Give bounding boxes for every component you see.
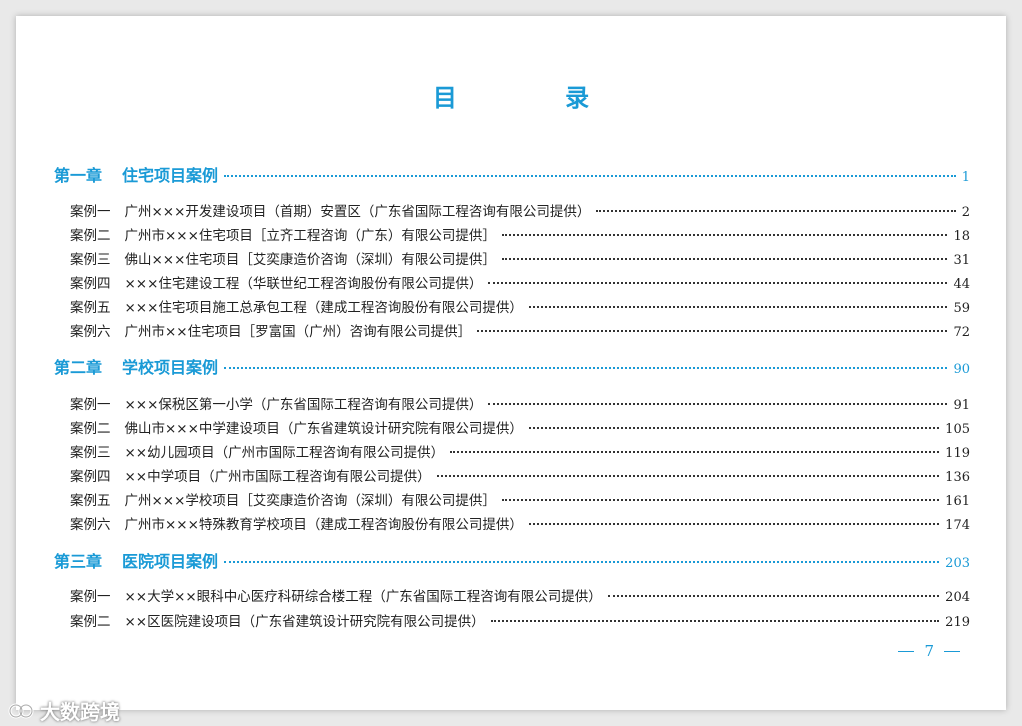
toc-entry[interactable]: 案例一 ××大学××眼科中心医疗科研综合楼工程（广东省国际工程咨询有限公司提供）…: [70, 585, 970, 605]
dot-leader: [490, 620, 940, 622]
chapter-heading-2[interactable]: 第二章 学校项目案例 90: [54, 354, 970, 378]
chapter-number: 第一章: [54, 166, 103, 185]
chapter-title: 住宅项目案例: [122, 166, 219, 185]
chapter-page: 1: [961, 170, 970, 185]
toc-entry[interactable]: 案例三 ××幼儿园项目（广州市国际工程咨询有限公司提供） 119: [70, 441, 970, 461]
chapter-number: 第二章: [54, 358, 103, 377]
case-title: ×××住宅项目施工总承包工程（建成工程咨询股份有限公司提供）: [124, 300, 523, 316]
dot-leader: [450, 451, 940, 453]
page-title: 目 录: [432, 84, 640, 112]
case-page: 161: [945, 494, 970, 509]
page-number-text: 7: [924, 642, 934, 660]
case-number: 案例一: [70, 589, 111, 605]
case-page: 31: [953, 253, 970, 268]
case-page: 2: [961, 205, 970, 220]
case-number: 案例五: [70, 493, 111, 509]
toc-entry[interactable]: 案例六 广州市×××特殊教育学校项目（建成工程咨询股份有限公司提供） 174: [70, 513, 970, 533]
dot-leader: [436, 475, 940, 477]
case-title: ×××住宅建设工程（华联世纪工程咨询股份有限公司提供）: [124, 276, 483, 292]
dot-leader: [596, 210, 956, 212]
watermark-text: 大数跨境: [40, 700, 120, 724]
case-title: ×××保税区第一小学（广东省国际工程咨询有限公司提供）: [124, 397, 483, 413]
toc-entry[interactable]: 案例四 ××中学项目（广州市国际工程咨询有限公司提供） 136: [70, 465, 970, 485]
watermark-logo-icon: [8, 703, 34, 718]
case-page: 105: [945, 422, 970, 437]
chapter-page: 203: [945, 556, 970, 571]
case-page: 219: [945, 615, 970, 630]
dot-leader: [501, 234, 948, 236]
dash-left: [898, 650, 915, 652]
case-page: 204: [945, 590, 970, 605]
dot-leader: [224, 175, 956, 177]
case-number: 案例三: [70, 445, 111, 461]
toc-entry[interactable]: 案例六 广州市××住宅项目［罗富国（广州）咨询有限公司提供］ 72: [70, 320, 970, 340]
case-number: 案例一: [70, 397, 111, 413]
case-number: 案例六: [70, 324, 111, 340]
case-title: ××大学××眼科中心医疗科研综合楼工程（广东省国际工程咨询有限公司提供）: [124, 589, 602, 605]
chapter-number: 第三章: [54, 552, 103, 571]
case-page: 119: [945, 446, 970, 461]
dot-leader: [488, 282, 948, 284]
case-title: 佛山市×××中学建设项目（广东省建筑设计研究院有限公司提供）: [124, 421, 523, 437]
dot-leader: [528, 427, 940, 429]
case-number: 案例一: [70, 204, 111, 220]
chapter-title: 医院项目案例: [122, 552, 219, 571]
dot-leader: [224, 561, 940, 563]
toc-entry[interactable]: 案例一 广州×××开发建设项目（首期）安置区（广东省国际工程咨询有限公司提供） …: [70, 200, 970, 220]
toc-entry[interactable]: 案例四 ×××住宅建设工程（华联世纪工程咨询股份有限公司提供） 44: [70, 272, 970, 292]
case-page: 44: [953, 277, 970, 292]
case-title: ××幼儿园项目（广州市国际工程咨询有限公司提供）: [124, 445, 445, 461]
dot-leader: [224, 367, 948, 369]
dot-leader: [528, 523, 940, 525]
case-page: 174: [945, 518, 970, 533]
chapter-heading-1[interactable]: 第一章 住宅项目案例 1: [54, 162, 970, 186]
toc-entry[interactable]: 案例二 广州市×××住宅项目［立齐工程咨询（广东）有限公司提供］ 18: [70, 224, 970, 244]
dot-leader: [488, 403, 948, 405]
case-title: ××区医院建设项目（广东省建筑设计研究院有限公司提供）: [124, 614, 485, 630]
case-title: 广州市×××住宅项目［立齐工程咨询（广东）有限公司提供］: [124, 228, 496, 244]
case-title: 广州市×××特殊教育学校项目（建成工程咨询股份有限公司提供）: [124, 517, 523, 533]
case-number: 案例二: [70, 421, 111, 437]
toc-entry[interactable]: 案例五 广州×××学校项目［艾奕康造价咨询（深圳）有限公司提供］ 161: [70, 489, 970, 509]
dot-leader: [528, 306, 948, 308]
case-title: ××中学项目（广州市国际工程咨询有限公司提供）: [124, 469, 431, 485]
toc-entry[interactable]: 案例二 佛山市×××中学建设项目（广东省建筑设计研究院有限公司提供） 105: [70, 417, 970, 437]
case-page: 136: [945, 470, 970, 485]
dot-leader: [477, 330, 948, 332]
case-number: 案例四: [70, 276, 111, 292]
dot-leader: [501, 499, 940, 501]
case-title: 广州市××住宅项目［罗富国（广州）咨询有限公司提供］: [124, 324, 472, 340]
toc-entry[interactable]: 案例二 ××区医院建设项目（广东省建筑设计研究院有限公司提供） 219: [70, 610, 970, 630]
case-number: 案例二: [70, 614, 111, 630]
case-title: 佛山×××住宅项目［艾奕康造价咨询（深圳）有限公司提供］: [124, 252, 496, 268]
case-title: 广州×××学校项目［艾奕康造价咨询（深圳）有限公司提供］: [124, 493, 496, 509]
case-title: 广州×××开发建设项目（首期）安置区（广东省国际工程咨询有限公司提供）: [124, 204, 591, 220]
toc-entry[interactable]: 案例一 ×××保税区第一小学（广东省国际工程咨询有限公司提供） 91: [70, 393, 970, 413]
case-number: 案例三: [70, 252, 111, 268]
chapter-title: 学校项目案例: [122, 358, 219, 377]
case-page: 59: [953, 301, 970, 316]
toc-entry[interactable]: 案例三 佛山×××住宅项目［艾奕康造价咨询（深圳）有限公司提供］ 31: [70, 248, 970, 268]
dot-leader: [501, 258, 948, 260]
dot-leader: [607, 595, 940, 597]
toc-entry[interactable]: 案例五 ×××住宅项目施工总承包工程（建成工程咨询股份有限公司提供） 59: [70, 296, 970, 316]
case-page: 72: [953, 325, 970, 340]
case-number: 案例四: [70, 469, 111, 485]
page-number: 7: [888, 642, 970, 660]
case-page: 18: [953, 229, 970, 244]
case-number: 案例二: [70, 228, 111, 244]
dash-right: [944, 650, 960, 652]
case-page: 91: [953, 398, 970, 413]
case-number: 案例五: [70, 300, 111, 316]
chapter-page: 90: [953, 362, 970, 377]
chapter-heading-3[interactable]: 第三章 医院项目案例 203: [54, 548, 970, 572]
case-number: 案例六: [70, 517, 111, 533]
watermark: 大数跨境: [8, 696, 120, 725]
document-page: 目 录 第一章 住宅项目案例 1 案例一 广州×××开发建设项目（首期）安置区（…: [16, 16, 1006, 710]
